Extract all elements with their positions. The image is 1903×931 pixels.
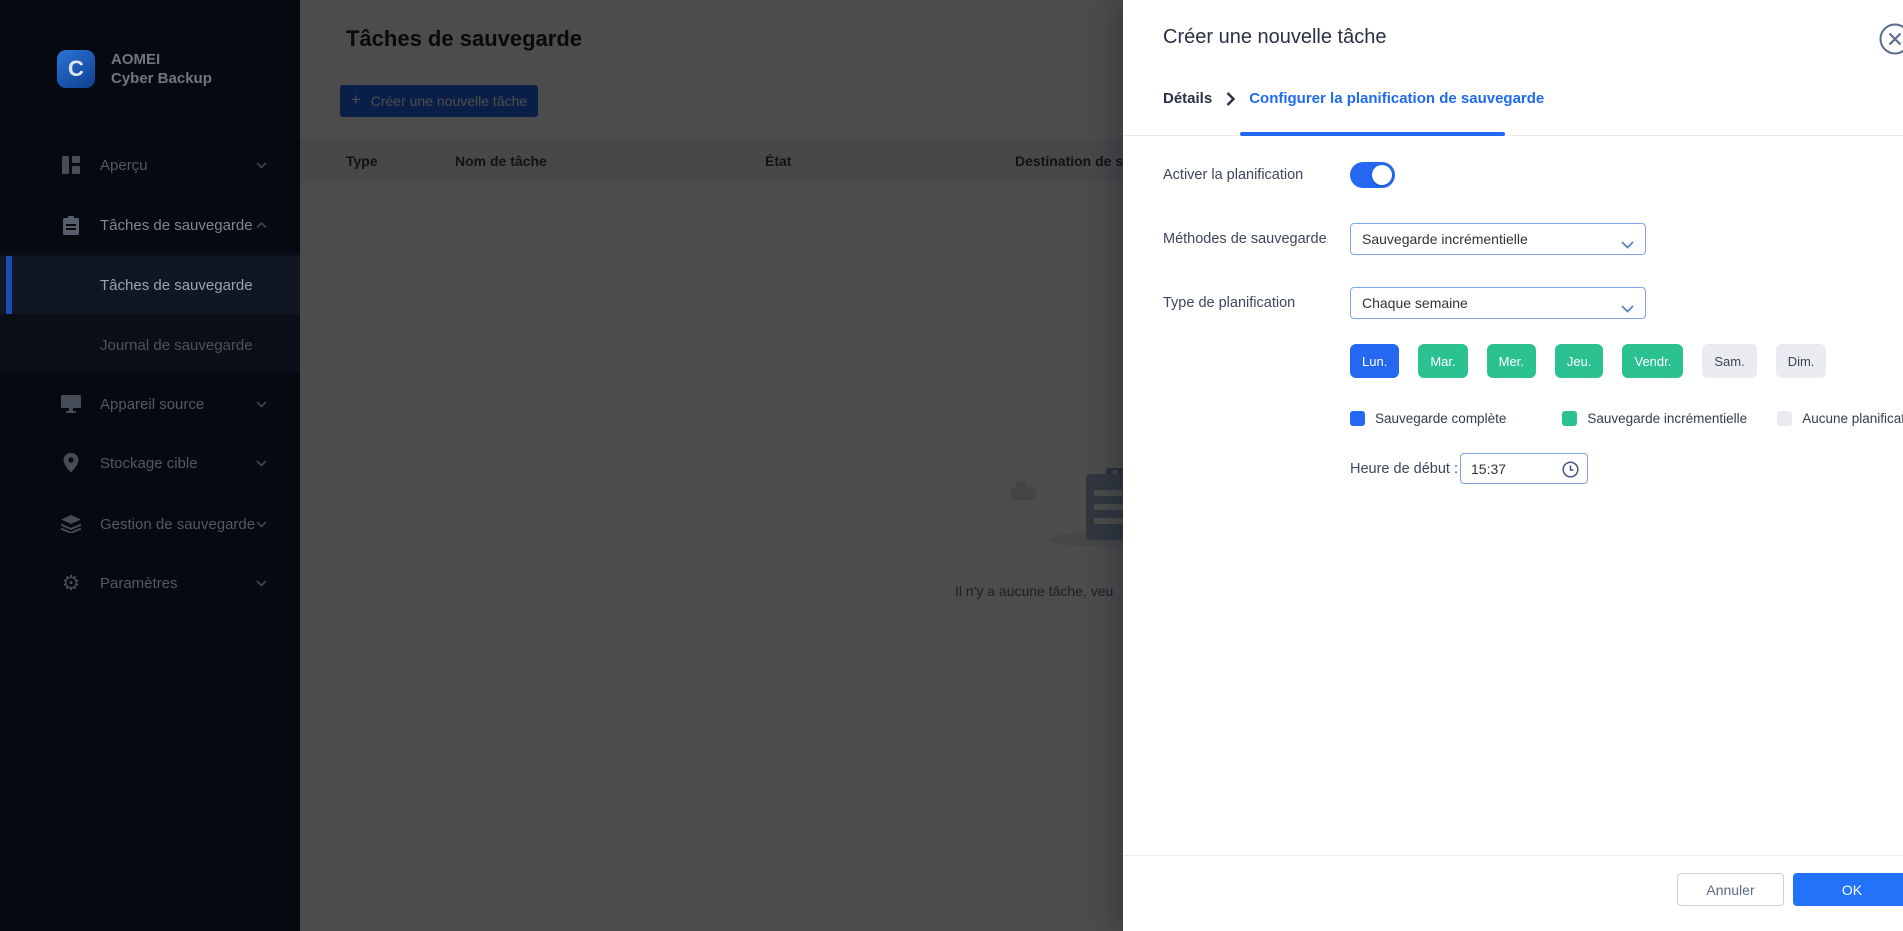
sidebar-item-taches-de-sauvegarde[interactable]: Tâches de sauvegarde xyxy=(0,203,300,247)
drawer-footer: Annuler OK xyxy=(1123,855,1903,931)
schedule-type-label: Type de planification xyxy=(1163,295,1296,311)
sidebar-submenu: Tâches de sauvegarde Journal de sauvegar… xyxy=(0,253,300,373)
chevron-down-icon xyxy=(1621,300,1634,318)
legend-swatch xyxy=(1350,411,1365,426)
weekday-button[interactable]: Lun. xyxy=(1350,344,1400,378)
enable-schedule-label: Activer la planification xyxy=(1163,167,1304,183)
legend-item: Aucune planification xyxy=(1777,411,1903,426)
app-brand-name: AOMEI Cyber Backup xyxy=(111,51,212,87)
sidebar-item-appareil-source[interactable]: Appareil source xyxy=(0,382,300,426)
circled-x-icon xyxy=(1879,23,1903,55)
legend-item: Sauvegarde incrémentielle xyxy=(1562,411,1747,426)
toggle-knob xyxy=(1372,165,1392,185)
weekday-button[interactable]: Sam. xyxy=(1702,344,1757,378)
start-time-field xyxy=(1460,453,1588,484)
clipboard-icon xyxy=(60,215,82,235)
chevron-down-icon xyxy=(256,454,267,472)
active-item-indicator xyxy=(6,256,12,314)
active-tab-underline xyxy=(1240,132,1505,136)
location-pin-icon xyxy=(60,453,82,473)
sidebar-subitem-journal-de-sauvegarde[interactable]: Journal de sauvegarde xyxy=(0,316,300,374)
schedule-type-select[interactable]: Chaque semaine xyxy=(1350,287,1646,319)
weekday-button[interactable]: Mar. xyxy=(1418,344,1468,378)
chevron-down-icon xyxy=(256,574,267,592)
clock-icon[interactable] xyxy=(1562,461,1579,483)
chevron-up-icon xyxy=(256,216,267,234)
create-task-drawer: Créer une nouvelle tâche Détails Configu… xyxy=(1123,0,1903,931)
dashboard-icon xyxy=(60,156,82,174)
weekday-button[interactable]: Dim. xyxy=(1775,344,1827,378)
app-brand: C AOMEI Cyber Backup xyxy=(57,50,212,88)
cancel-button[interactable]: Annuler xyxy=(1677,873,1784,906)
sidebar-item-parametres[interactable]: ⚙ Paramètres xyxy=(0,561,300,605)
chevron-down-icon xyxy=(256,395,267,413)
ok-button[interactable]: OK xyxy=(1793,873,1903,906)
start-time-label: Heure de début : xyxy=(1350,461,1459,477)
chevron-right-icon xyxy=(1226,91,1236,106)
sidebar-item-stockage-cible[interactable]: Stockage cible xyxy=(0,441,300,485)
modal-dim-overlay xyxy=(300,0,1123,931)
wizard-steps: Détails Configurer la planification de s… xyxy=(1163,90,1544,107)
drawer-title: Créer une nouvelle tâche xyxy=(1163,26,1387,48)
enable-schedule-toggle[interactable] xyxy=(1350,162,1395,188)
weekday-button[interactable]: Mer. xyxy=(1486,344,1536,378)
sidebar-item-apercu[interactable]: Aperçu xyxy=(0,143,300,187)
weekday-button[interactable]: Vendr. xyxy=(1622,344,1684,378)
weekday-buttons: Lun. Mar. Mer. Jeu. Vendr. Sam. Dim. xyxy=(1350,344,1827,378)
chevron-down-icon xyxy=(256,515,267,533)
layers-icon xyxy=(60,515,82,533)
backup-method-select[interactable]: Sauvegarde incrémentielle xyxy=(1350,223,1646,255)
legend-swatch xyxy=(1777,411,1793,426)
gear-icon: ⚙ xyxy=(61,571,81,595)
chevron-down-icon xyxy=(256,156,267,174)
sidebar-item-gestion-de-sauvegarde[interactable]: Gestion de sauvegarde xyxy=(0,502,300,546)
legend-item: Sauvegarde complète xyxy=(1350,411,1506,426)
schedule-legend: Sauvegarde complète Sauvegarde incrément… xyxy=(1350,411,1903,426)
backup-method-label: Méthodes de sauvegarde xyxy=(1163,231,1327,247)
sidebar: C AOMEI Cyber Backup Aperçu Tâches de sa… xyxy=(0,0,300,931)
tab-details[interactable]: Détails xyxy=(1163,90,1212,107)
tab-configurer-planification[interactable]: Configurer la planification de sauvegard… xyxy=(1249,90,1544,107)
app-logo-icon: C xyxy=(57,50,95,88)
legend-swatch xyxy=(1562,411,1578,426)
chevron-down-icon xyxy=(1621,236,1634,254)
weekday-button[interactable]: Jeu. xyxy=(1554,344,1604,378)
sidebar-subitem-taches-de-sauvegarde[interactable]: Tâches de sauvegarde xyxy=(0,256,300,314)
close-button[interactable] xyxy=(1878,22,1903,56)
main-content: Tâches de sauvegarde + Créer une nouvell… xyxy=(300,0,1123,931)
monitor-icon xyxy=(60,395,82,413)
